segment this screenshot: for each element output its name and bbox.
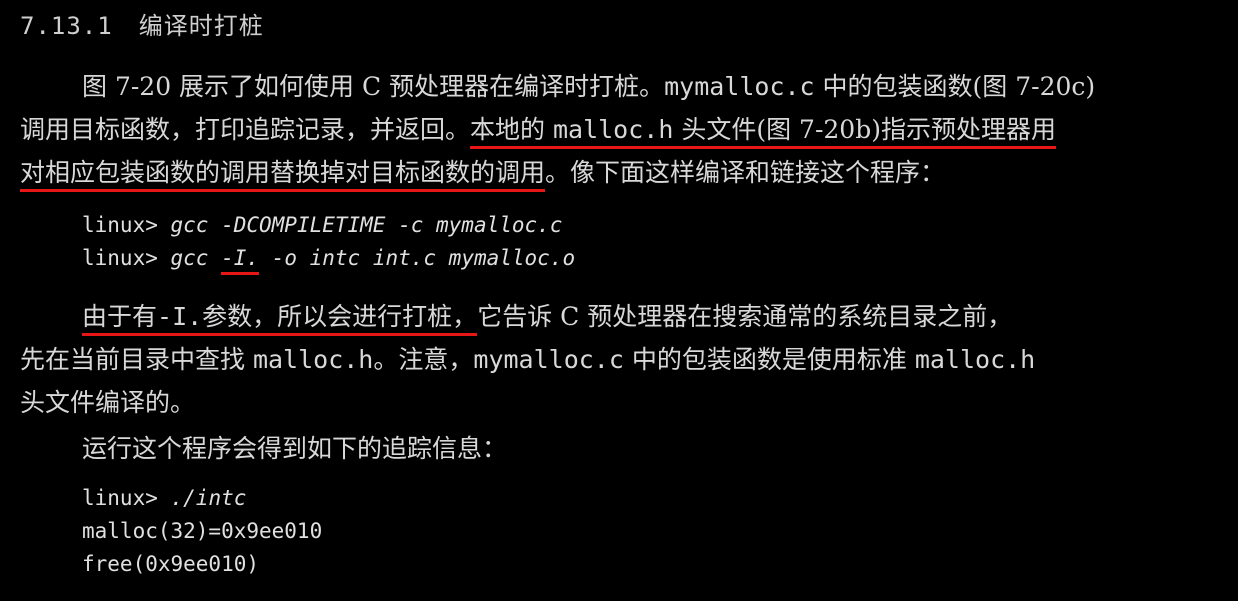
code-line-1: linux> gcc -DCOMPILETIME -c mymalloc.c bbox=[82, 210, 562, 240]
paragraph-1-line-3: 对相应包装函数的调用替换掉对目标函数的调用。像下面这样编译和链接这个程序： bbox=[20, 156, 946, 192]
inline-code: mymalloc.c bbox=[473, 345, 624, 374]
underlined-flag: -I. bbox=[221, 246, 260, 275]
text-run: 。注意， bbox=[373, 345, 474, 374]
text-run: 中的包装函数(图 7-20c) bbox=[814, 72, 1096, 101]
code-output-1: malloc(32)=0x9ee010 bbox=[82, 516, 322, 546]
shell-prompt: linux> bbox=[82, 246, 171, 270]
shell-command: ./intc bbox=[170, 486, 247, 510]
inline-code: -I. bbox=[157, 302, 203, 331]
text-run: 由于有 bbox=[82, 302, 158, 331]
inline-code: mymalloc.c bbox=[664, 72, 815, 101]
underlined-phrase: 由于有-I.参数，所以会进行打桩， bbox=[82, 302, 478, 336]
inline-code: malloc.h bbox=[552, 115, 674, 144]
paragraph-2-line-2: 先在当前目录中查找 malloc.h。注意，mymalloc.c 中的包装函数是… bbox=[20, 343, 1035, 377]
document-page: 7.13.1 编译时打桩 图 7-20 展示了如何使用 C 预处理器在编译时打桩。… bbox=[0, 0, 1238, 601]
text-run: 图 7-20 展示了如何使用 C 预处理器在编译时打桩。 bbox=[82, 72, 665, 101]
program-output: malloc(32)=0x9ee010 bbox=[82, 519, 323, 543]
code-output-2: free(0x9ee010) bbox=[82, 549, 259, 579]
code-line-3: linux> ./intc bbox=[82, 483, 246, 513]
underlined-phrase: 对相应包装函数的调用替换掉对目标函数的调用 bbox=[20, 158, 546, 192]
text-run: 头文件(图 7-20b)指示预处理器用 bbox=[673, 115, 1056, 144]
shell-command: -o intc int.c mymalloc.o bbox=[259, 246, 576, 270]
section-number: 7.13.1 bbox=[20, 12, 113, 40]
code-line-2: linux> gcc -I. -o intc int.c mymalloc.o bbox=[82, 243, 576, 275]
text-run: 调用目标函数，打印追踪记录，并返回。 bbox=[20, 115, 471, 144]
paragraph-2-line-3: 头文件编译的。 bbox=[20, 386, 195, 420]
inline-code: malloc.h bbox=[252, 345, 374, 374]
text-run: 头文件编译的。 bbox=[20, 388, 196, 417]
text-run: 先在当前目录中查找 bbox=[20, 345, 253, 374]
text-run: 中的包装函数是使用标准 bbox=[623, 345, 915, 374]
text-run: 参数，所以会进行打桩， bbox=[202, 302, 478, 331]
section-title: 编译时打桩 bbox=[138, 12, 264, 40]
paragraph-3: 运行这个程序会得到如下的追踪信息： bbox=[82, 432, 507, 466]
text-run: 它告诉 C 预处理器在搜索通常的系统目录之前， bbox=[477, 302, 1013, 331]
paragraph-1-line-1: 图 7-20 展示了如何使用 C 预处理器在编译时打桩。mymalloc.c 中… bbox=[82, 70, 1095, 104]
shell-command: gcc bbox=[170, 246, 222, 270]
inline-code: malloc.h bbox=[914, 345, 1036, 374]
shell-command: gcc -DCOMPILETIME -c mymalloc.c bbox=[170, 213, 563, 237]
underlined-phrase: 本地的 malloc.h 头文件(图 7-20b)指示预处理器用 bbox=[470, 115, 1056, 149]
text-run: 。像下面这样编译和链接这个程序： bbox=[545, 158, 946, 187]
text-run: 本地的 bbox=[470, 115, 553, 144]
paragraph-1-line-2: 调用目标函数，打印追踪记录，并返回。本地的 malloc.h 头文件(图 7-2… bbox=[20, 113, 1056, 149]
paragraph-2-line-1: 由于有-I.参数，所以会进行打桩，它告诉 C 预处理器在搜索通常的系统目录之前， bbox=[82, 300, 1013, 336]
shell-prompt: linux> bbox=[82, 486, 171, 510]
text-run: 运行这个程序会得到如下的追踪信息： bbox=[82, 434, 508, 463]
shell-prompt: linux> bbox=[82, 213, 171, 237]
program-output: free(0x9ee010) bbox=[82, 552, 260, 576]
section-heading: 7.13.1 编译时打桩 bbox=[20, 6, 264, 41]
